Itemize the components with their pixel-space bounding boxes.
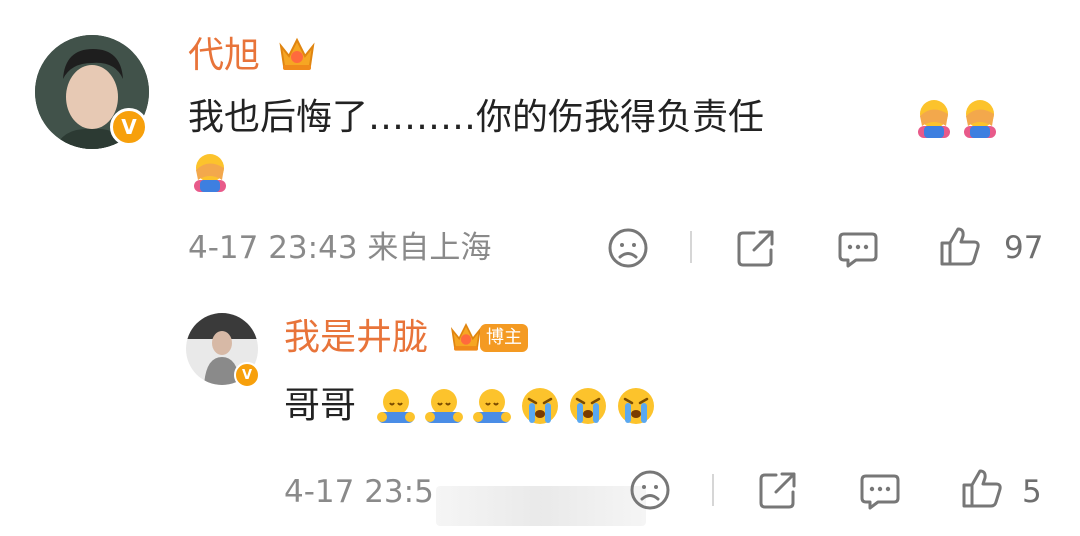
- share-icon: [759, 472, 796, 509]
- crown-icon: [276, 32, 318, 74]
- share-button[interactable]: [756, 468, 800, 512]
- verified-badge: V: [234, 362, 260, 388]
- comment-meta: 4-17 23:43 来自上海: [188, 230, 492, 266]
- like-button[interactable]: [960, 466, 1004, 510]
- reply-text: 哥哥: [284, 385, 357, 426]
- facepalm-emoji: [912, 96, 956, 144]
- facepalm-emoji: [188, 150, 232, 198]
- watermark-blur: [436, 486, 646, 526]
- facepalm-emoji: [958, 96, 1002, 144]
- like-count: 5: [1022, 474, 1042, 510]
- thumbs-up-icon: [940, 227, 980, 266]
- share-icon: [737, 230, 774, 267]
- hug-emoji: [473, 389, 511, 423]
- hug-emoji: [377, 389, 415, 423]
- reply-button[interactable]: [836, 226, 880, 270]
- blogger-tag: 博主: [480, 324, 528, 352]
- comment-text: 我也后悔了………你的伤我得负责任: [188, 97, 765, 138]
- comment-icon: [838, 232, 878, 268]
- comment-icon: [860, 474, 900, 510]
- like-button[interactable]: [938, 224, 982, 268]
- reply-author[interactable]: 我是井胧: [284, 318, 428, 358]
- thumbs-up-icon: [962, 469, 1002, 508]
- reply-emojis: [374, 384, 658, 428]
- hug-emoji: [425, 389, 463, 423]
- sad-face-icon: [630, 470, 670, 510]
- crying-emoji: [522, 388, 558, 424]
- reply-button[interactable]: [858, 468, 902, 512]
- verified-badge: V: [110, 108, 148, 146]
- dislike-button[interactable]: [628, 468, 672, 512]
- divider: [690, 231, 692, 263]
- crying-emoji: [570, 388, 606, 424]
- crown-icon: [448, 318, 484, 354]
- comment-author[interactable]: 代旭: [188, 36, 260, 76]
- reply-meta: 4-17 23:5: [284, 474, 434, 510]
- share-button[interactable]: [734, 226, 778, 270]
- dislike-button[interactable]: [606, 226, 650, 270]
- sad-face-icon: [608, 228, 648, 268]
- like-count: 97: [1004, 230, 1044, 266]
- divider: [712, 474, 714, 506]
- crying-emoji: [618, 388, 654, 424]
